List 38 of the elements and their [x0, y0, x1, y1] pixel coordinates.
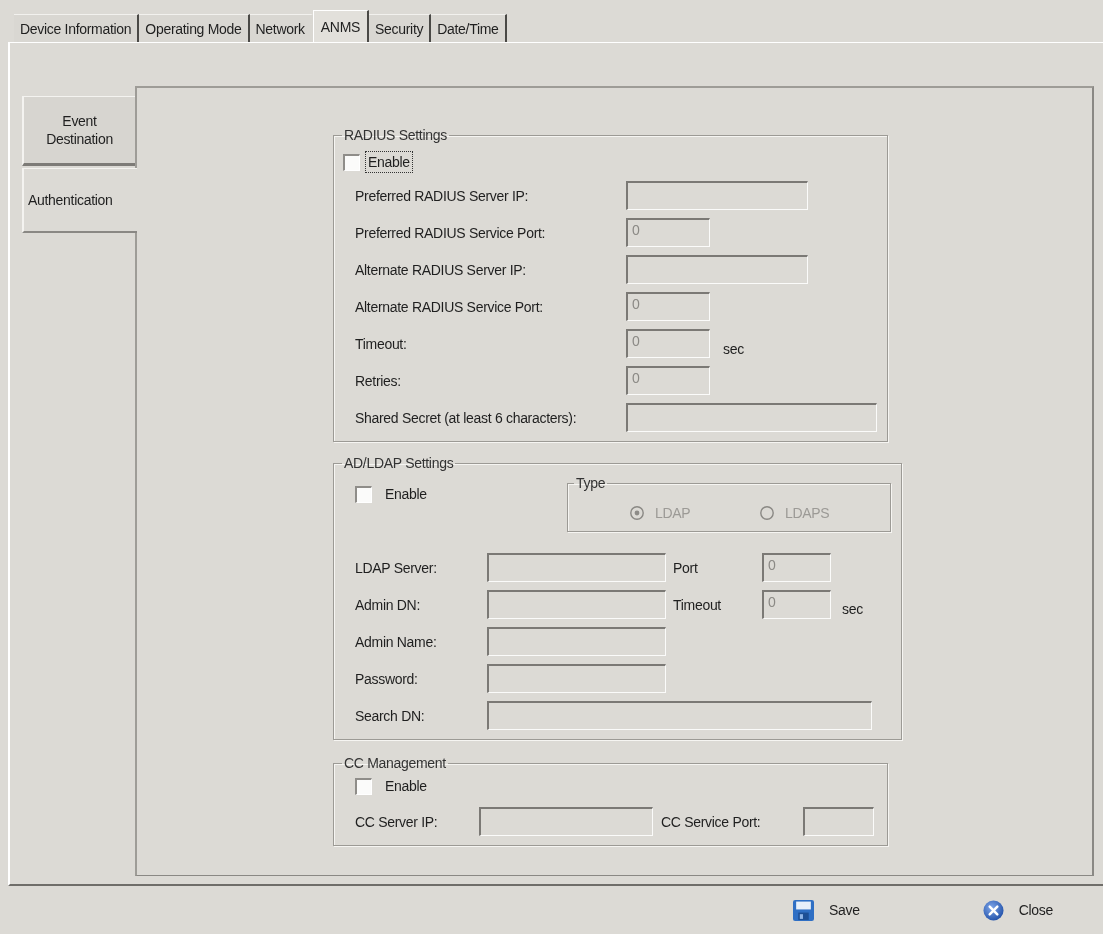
field-label: Search DN:	[355, 707, 426, 724]
tab[interactable]: Device Information	[14, 14, 140, 42]
field-label: Timeout	[673, 596, 722, 613]
unit-label: sec	[842, 600, 863, 617]
group-title: AD/LDAP Settings	[343, 455, 455, 471]
field-label: LDAP Server:	[355, 559, 438, 576]
field-label: Admin DN:	[355, 596, 421, 613]
enable-checkbox[interactable]	[355, 485, 372, 503]
field-label: Shared Secret (at least 6 characters):	[355, 409, 578, 426]
side-tab[interactable]: Event Destination	[22, 96, 135, 166]
tab[interactable]: Operating Mode	[139, 14, 250, 42]
field-label: Preferred RADIUS Service Port:	[355, 224, 547, 241]
group-title: Type	[575, 475, 607, 491]
close-icon	[982, 899, 1004, 921]
group-title: RADIUS Settings	[343, 127, 448, 143]
group-title: CC Management	[343, 755, 447, 771]
field-label: CC Service Port:	[661, 813, 762, 830]
field-label: Alternate RADIUS Server IP:	[355, 261, 527, 278]
tab[interactable]: Date/Time	[431, 14, 507, 42]
field-label: Admin Name:	[355, 633, 438, 650]
tab[interactable]: Security	[369, 14, 432, 42]
enable-checkbox[interactable]	[355, 777, 372, 795]
field-label: Retries:	[355, 372, 402, 389]
field-label: Preferred RADIUS Server IP:	[355, 187, 530, 204]
field-label: Timeout:	[355, 335, 408, 352]
tab[interactable]: ANMS	[312, 10, 370, 42]
save-button[interactable]: Save	[793, 899, 860, 921]
enable-label[interactable]: Enable	[365, 151, 413, 173]
field-label: Password:	[355, 670, 419, 687]
field-label: CC Server IP:	[355, 813, 439, 830]
enable-label[interactable]: Enable	[382, 483, 430, 505]
side-tab[interactable]: Authentication	[22, 168, 137, 233]
field-label: Alternate RADIUS Service Port:	[355, 298, 544, 315]
enable-label[interactable]: Enable	[382, 775, 430, 797]
close-button[interactable]: Close	[982, 899, 1053, 921]
enable-checkbox[interactable]	[343, 153, 360, 171]
field-label: Port	[673, 559, 699, 576]
unit-label: sec	[723, 340, 744, 357]
